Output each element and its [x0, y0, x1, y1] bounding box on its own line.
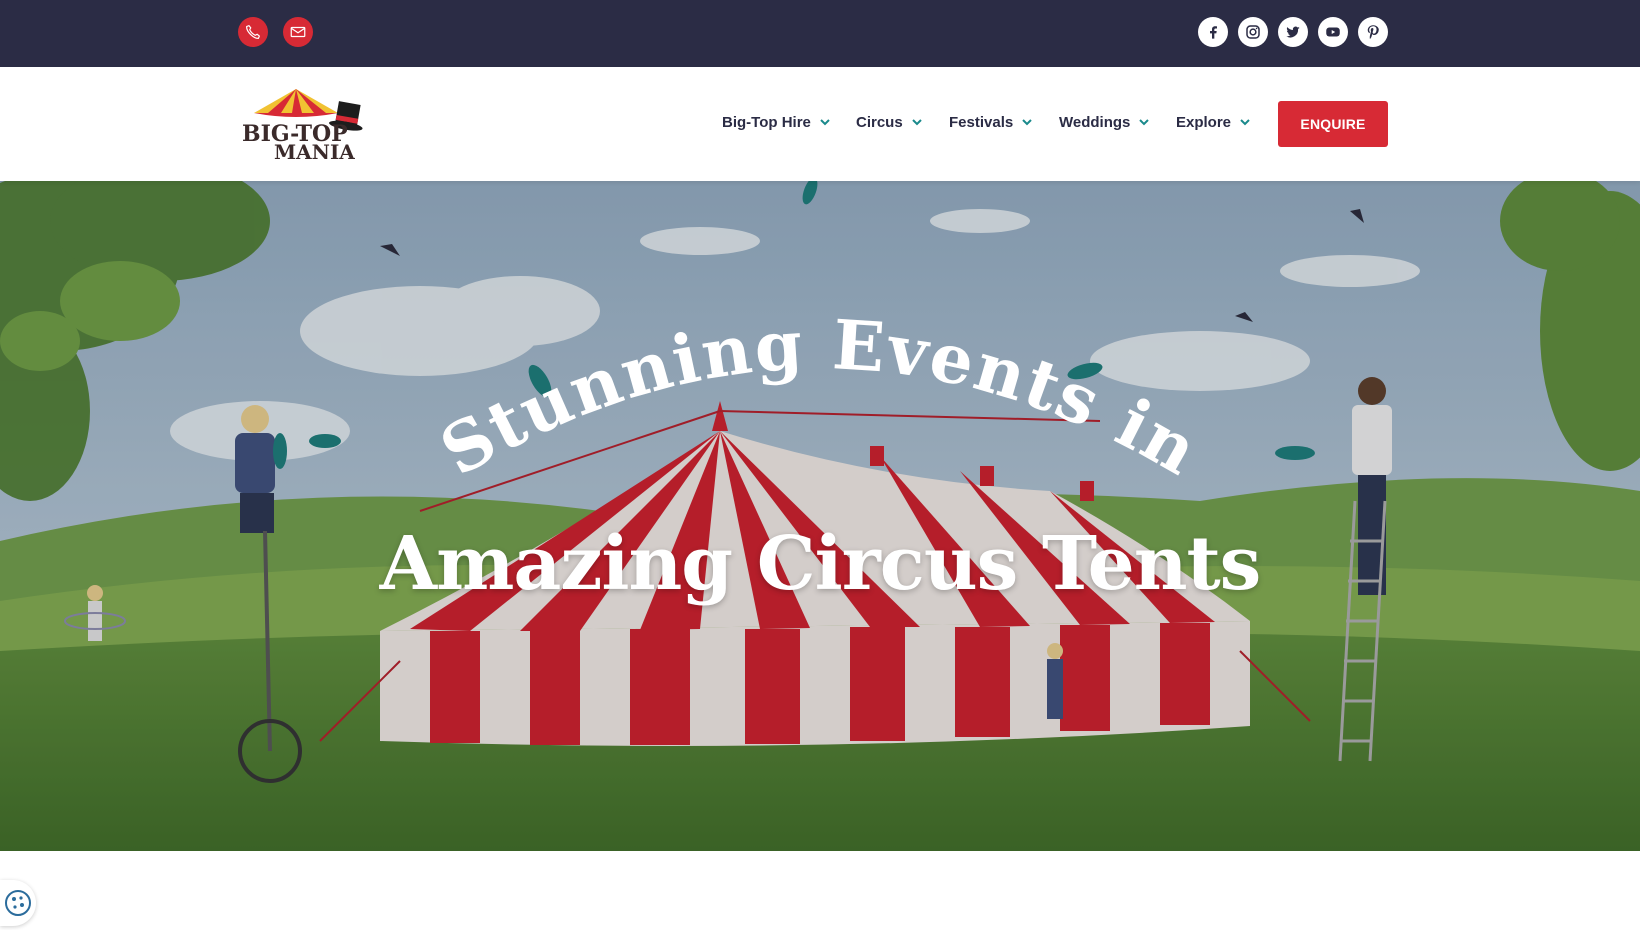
nav-label: Circus: [856, 114, 903, 131]
svg-text:Stunning Events in: Stunning Events in: [428, 305, 1213, 492]
pinterest-icon[interactable]: [1358, 17, 1388, 47]
nav-item-festivals[interactable]: Festivals: [949, 114, 1032, 131]
hero-title-arc-text: Stunning Events in: [428, 305, 1211, 492]
main-nav: Big-Top Hire Circus Festivals Weddings E…: [0, 67, 1640, 181]
hero-banner: Stunning Events in Amazing Circus Tents: [0, 181, 1640, 851]
hero-title-line1: Stunning Events in: [428, 305, 1213, 492]
instagram-icon[interactable]: [1238, 17, 1268, 47]
nav-label: Weddings: [1059, 114, 1131, 131]
nav-item-circus[interactable]: Circus: [856, 114, 922, 131]
nav-label: Explore: [1176, 114, 1232, 131]
top-bar: [0, 0, 1640, 67]
facebook-icon[interactable]: [1198, 17, 1228, 47]
nav-item-explore[interactable]: Explore: [1176, 114, 1250, 131]
chevron-down-icon: [1240, 119, 1250, 126]
youtube-icon[interactable]: [1318, 17, 1348, 47]
chevron-down-icon: [1022, 119, 1032, 126]
twitter-icon[interactable]: [1278, 17, 1308, 47]
nav-item-big-top-hire[interactable]: Big-Top Hire: [722, 114, 830, 131]
nav-label: Festivals: [949, 114, 1014, 131]
chevron-down-icon: [911, 119, 922, 126]
nav-label: Big-Top Hire: [722, 114, 811, 131]
chevron-down-icon: [1139, 119, 1150, 126]
main-header: BIG-TOP MANIA Big-Top Hire Circus Festiv…: [0, 67, 1640, 181]
cookie-icon: [5, 890, 31, 916]
chevron-down-icon: [820, 119, 830, 126]
email-icon[interactable]: [283, 17, 313, 47]
enquire-button[interactable]: ENQUIRE: [1278, 101, 1388, 147]
hero-title-line2: Amazing Circus Tents: [379, 521, 1262, 607]
nav-item-weddings[interactable]: Weddings: [1059, 114, 1150, 131]
content-section: [0, 851, 1640, 930]
phone-icon[interactable]: [238, 17, 268, 47]
